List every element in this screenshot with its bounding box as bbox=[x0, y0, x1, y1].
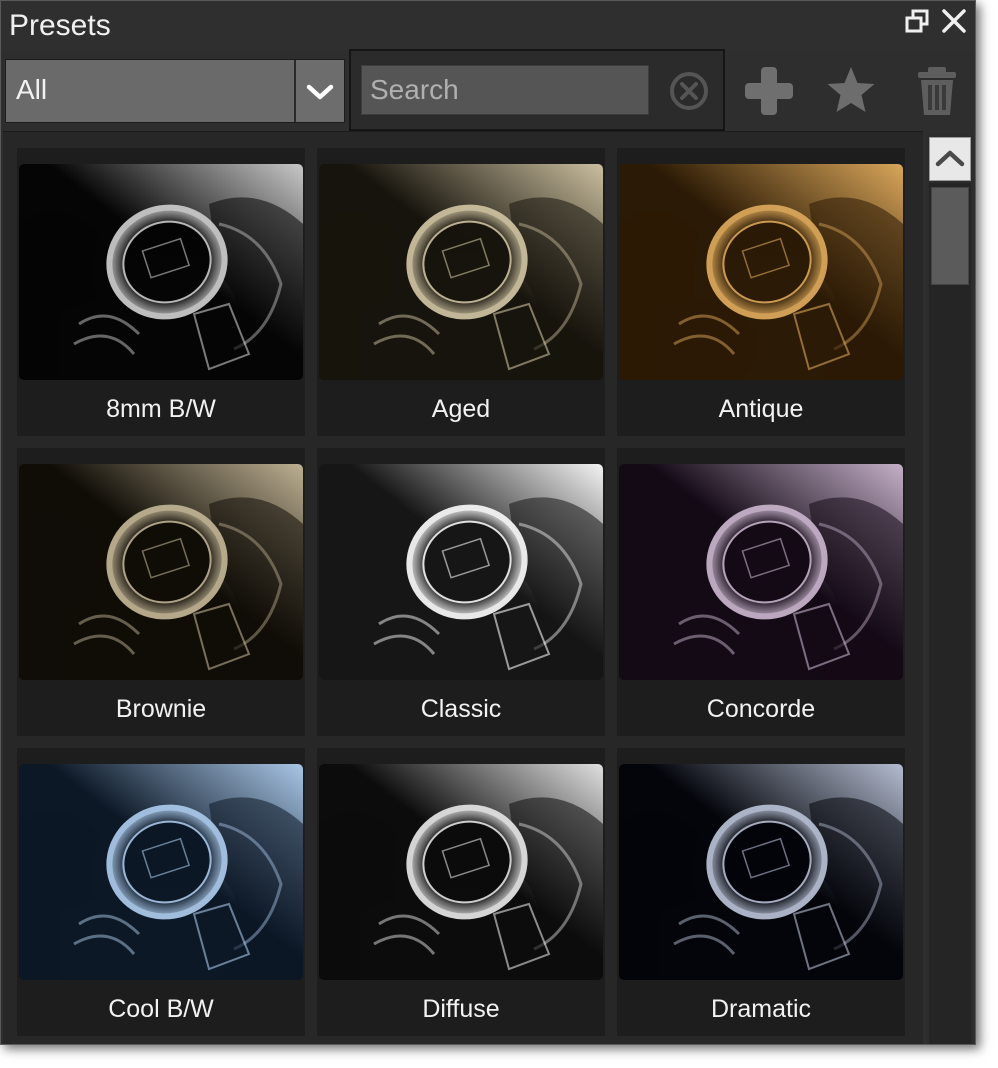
panel-title: Presets bbox=[9, 9, 111, 42]
preset-tile[interactable]: Concorde bbox=[617, 448, 905, 736]
chevron-down-icon[interactable] bbox=[294, 60, 344, 122]
preset-thumbnail bbox=[319, 764, 603, 980]
preset-label: Diffuse bbox=[317, 982, 605, 1036]
preset-thumbnail bbox=[19, 164, 303, 380]
preset-label: Cool B/W bbox=[17, 982, 305, 1036]
category-dropdown[interactable]: All bbox=[5, 59, 345, 123]
preset-tile[interactable]: Diffuse bbox=[317, 748, 605, 1036]
preset-thumbnail bbox=[19, 764, 303, 980]
preset-thumbnail bbox=[19, 464, 303, 680]
preset-thumbnail bbox=[319, 164, 603, 380]
preset-label: Dramatic bbox=[617, 982, 905, 1036]
star-icon[interactable] bbox=[823, 63, 879, 119]
search-input[interactable] bbox=[361, 65, 649, 115]
category-value: All bbox=[16, 74, 48, 105]
title-bar: Presets bbox=[1, 1, 975, 51]
preset-label: Concorde bbox=[617, 682, 905, 736]
preset-label: Classic bbox=[317, 682, 605, 736]
preset-thumbnail bbox=[619, 764, 903, 980]
preset-tile[interactable]: Classic bbox=[317, 448, 605, 736]
preset-label: Antique bbox=[617, 382, 905, 436]
plus-icon[interactable] bbox=[741, 63, 797, 119]
preset-tile[interactable]: Aged bbox=[317, 148, 605, 436]
preset-thumbnail bbox=[319, 464, 603, 680]
preset-thumbnail bbox=[619, 164, 903, 380]
preset-thumbnail bbox=[619, 464, 903, 680]
clear-circle-icon[interactable] bbox=[669, 71, 709, 111]
scroll-thumb[interactable] bbox=[931, 187, 969, 285]
scroll-track[interactable] bbox=[929, 183, 971, 1044]
scrollbar[interactable] bbox=[927, 135, 973, 1044]
presets-panel: Presets All Search 8mm B/W Aged Antique … bbox=[0, 0, 976, 1045]
preset-tile[interactable]: Antique bbox=[617, 148, 905, 436]
presets-grid: 8mm B/W Aged Antique Brownie Classic Concorde… bbox=[3, 131, 923, 1044]
search-container bbox=[349, 49, 725, 131]
preset-tile[interactable]: Cool B/W bbox=[17, 748, 305, 1036]
preset-label: 8mm B/W bbox=[17, 382, 305, 436]
preset-tile[interactable]: Brownie bbox=[17, 448, 305, 736]
preset-label: Aged bbox=[317, 382, 605, 436]
close-icon[interactable] bbox=[939, 6, 969, 36]
preset-tile[interactable]: 8mm B/W bbox=[17, 148, 305, 436]
restore-window-icon[interactable] bbox=[903, 6, 933, 36]
chevron-up-icon[interactable] bbox=[929, 137, 971, 181]
preset-label: Brownie bbox=[17, 682, 305, 736]
toolbar: All bbox=[1, 49, 975, 131]
preset-tile[interactable]: Dramatic bbox=[617, 748, 905, 1036]
trash-icon[interactable] bbox=[909, 63, 965, 119]
